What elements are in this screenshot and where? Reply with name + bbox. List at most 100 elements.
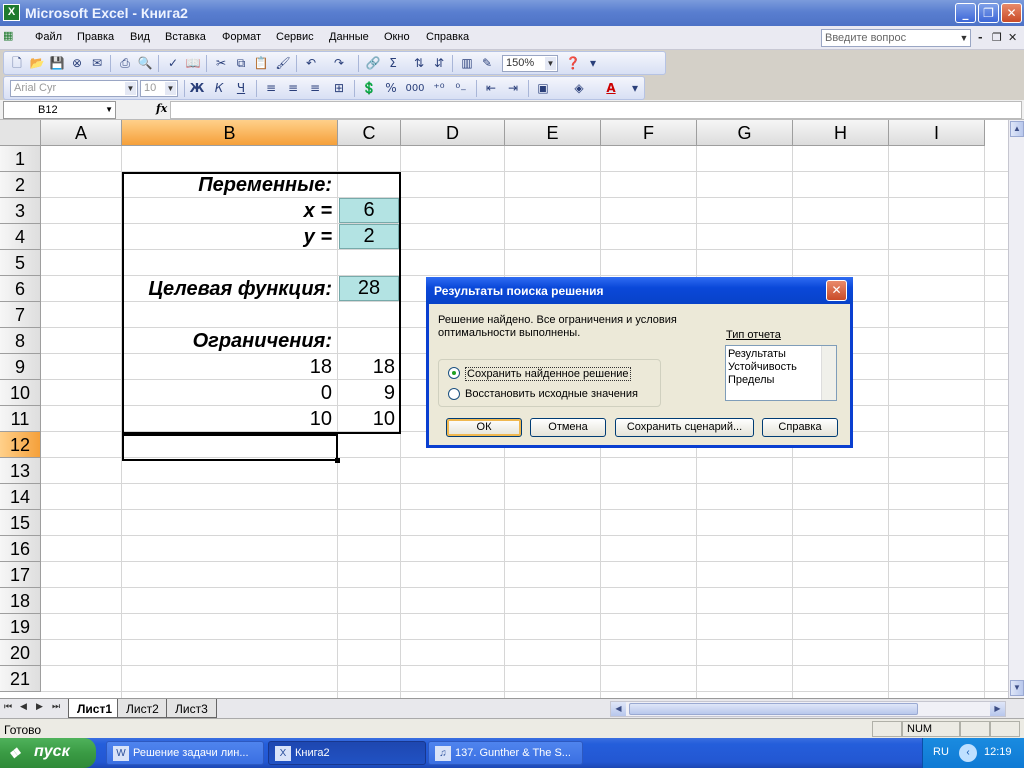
column-header-h[interactable]: H [793,120,889,146]
font-name-select[interactable]: Arial Cyr ▼ [10,80,138,97]
row-header-21[interactable]: 21 [0,666,41,692]
active-cell-selection[interactable] [122,434,338,461]
copy-icon[interactable]: ⧉ [232,55,250,72]
select-all-corner[interactable] [0,120,41,146]
research-icon[interactable]: 📖 [184,55,202,72]
print-icon[interactable]: ⎙ [116,55,134,72]
tray-expand-icon[interactable]: ‹ [959,744,977,762]
increase-indent-icon[interactable]: ⇥ [504,80,522,97]
row-header-2[interactable]: 2 [0,172,41,198]
close-button[interactable]: ✕ [1001,3,1022,23]
save-icon[interactable]: 💾 [48,55,66,72]
report-item-limits[interactable]: Пределы [728,374,836,387]
scroll-up-icon[interactable]: ▲ [1010,121,1024,137]
menu-file[interactable]: Файл [35,31,62,43]
menu-format[interactable]: Формат [222,31,261,43]
row-header-6[interactable]: 6 [0,276,41,302]
fill-handle[interactable] [335,458,340,463]
row-header-3[interactable]: 3 [0,198,41,224]
row-header-4[interactable]: 4 [0,224,41,250]
row-header-7[interactable]: 7 [0,302,41,328]
taskbar-item-word[interactable]: W Решение задачи лин... [106,741,264,765]
permission-icon[interactable]: ⊗ [68,55,86,72]
row-header-12[interactable]: 12 [0,432,41,458]
column-header-i[interactable]: I [889,120,985,146]
sort-descending-icon[interactable]: ⇵ [430,55,448,72]
toolbar-options-icon[interactable]: ▾ [626,80,644,97]
menu-edit[interactable]: Правка [77,31,114,43]
hyperlink-icon[interactable]: 🔗 [364,55,382,72]
chevron-down-icon[interactable]: ▼ [125,82,136,95]
italic-button[interactable]: К [210,80,228,97]
drawing-icon[interactable]: ✎ [478,55,496,72]
row-header-10[interactable]: 10 [0,380,41,406]
doc-minimize-button[interactable]: - [978,31,983,44]
font-color-icon[interactable]: A [602,80,620,97]
row-header-14[interactable]: 14 [0,484,41,510]
align-left-icon[interactable]: ≡ [262,80,280,97]
last-sheet-icon[interactable]: ⏭ [52,702,60,712]
radio-dot[interactable] [448,388,460,400]
minimize-button[interactable]: _ [955,3,976,23]
report-item-results[interactable]: Результаты [728,348,836,361]
start-button[interactable]: ❖ пуск [0,738,96,768]
report-item-sensitivity[interactable]: Устойчивость [728,361,836,374]
currency-icon[interactable]: 💲 [360,80,378,97]
listbox-scrollbar[interactable] [821,346,836,400]
column-header-a[interactable]: A [41,120,122,146]
column-header-b[interactable]: B [122,120,338,146]
merge-center-icon[interactable]: ⊞ [330,80,348,97]
row-header-5[interactable]: 5 [0,250,41,276]
column-header-c[interactable]: C [338,120,401,146]
taskbar-item-excel[interactable]: X Книга2 [268,741,426,765]
decrease-indent-icon[interactable]: ⇤ [482,80,500,97]
row-header-18[interactable]: 18 [0,588,41,614]
open-icon[interactable]: 📂 [28,55,46,72]
restore-button[interactable]: ❐ [978,3,999,23]
chevron-down-icon[interactable]: ▼ [165,82,176,95]
row-header-1[interactable]: 1 [0,146,41,172]
ok-button[interactable]: ОК [446,418,522,437]
align-right-icon[interactable]: ≡ [306,80,324,97]
fill-color-icon[interactable]: ◈ [570,80,588,97]
name-box[interactable]: B12 ▼ [3,101,116,119]
next-sheet-icon[interactable]: ▶ [36,702,43,712]
column-header-f[interactable]: F [601,120,697,146]
help-question-input[interactable]: Введите вопрос [821,29,971,47]
thousands-button[interactable]: 000 [404,80,426,97]
paste-icon[interactable]: 📋 [252,55,270,72]
prev-sheet-icon[interactable]: ◀ [20,702,27,712]
menu-window[interactable]: Окно [384,31,410,43]
scroll-left-icon[interactable]: ◀ [611,702,626,716]
taskbar-item-media[interactable]: ♫ 137. Gunther & The S... [428,741,583,765]
chart-wizard-icon[interactable]: ▥ [458,55,476,72]
print-preview-icon[interactable]: 🔍 [136,55,154,72]
autosum-icon[interactable]: Σ [384,55,402,72]
row-header-8[interactable]: 8 [0,328,41,354]
increase-decimal-icon[interactable]: ⁺⁰ [430,80,448,97]
menu-tools[interactable]: Сервис [276,31,314,43]
percent-button[interactable]: % [382,80,400,97]
excel-app-icon[interactable]: X [3,4,20,21]
underline-button[interactable]: Ч [232,80,250,97]
first-sheet-icon[interactable]: ⏮ [4,702,12,712]
language-indicator[interactable]: RU [933,746,949,758]
chevron-down-icon[interactable]: ▼ [105,105,113,114]
menu-view[interactable]: Вид [130,31,150,43]
scroll-down-icon[interactable]: ▼ [1010,680,1024,696]
menu-data[interactable]: Данные [329,31,369,43]
cut-icon[interactable]: ✂ [212,55,230,72]
row-header-13[interactable]: 13 [0,458,41,484]
cancel-button[interactable]: Отмена [530,418,606,437]
row-header-15[interactable]: 15 [0,510,41,536]
doc-restore-button[interactable]: ❐ [992,31,1002,44]
borders-icon[interactable]: ▣ [534,80,552,97]
chevron-down-icon[interactable]: ▼ [545,57,556,70]
row-header-16[interactable]: 16 [0,536,41,562]
vertical-scrollbar[interactable]: ▲ ▼ [1008,120,1024,698]
email-icon[interactable]: ✉ [88,55,106,72]
row-header-17[interactable]: 17 [0,562,41,588]
help-button[interactable]: Справка [762,418,838,437]
doc-close-button[interactable]: ✕ [1008,31,1017,44]
row-header-9[interactable]: 9 [0,354,41,380]
